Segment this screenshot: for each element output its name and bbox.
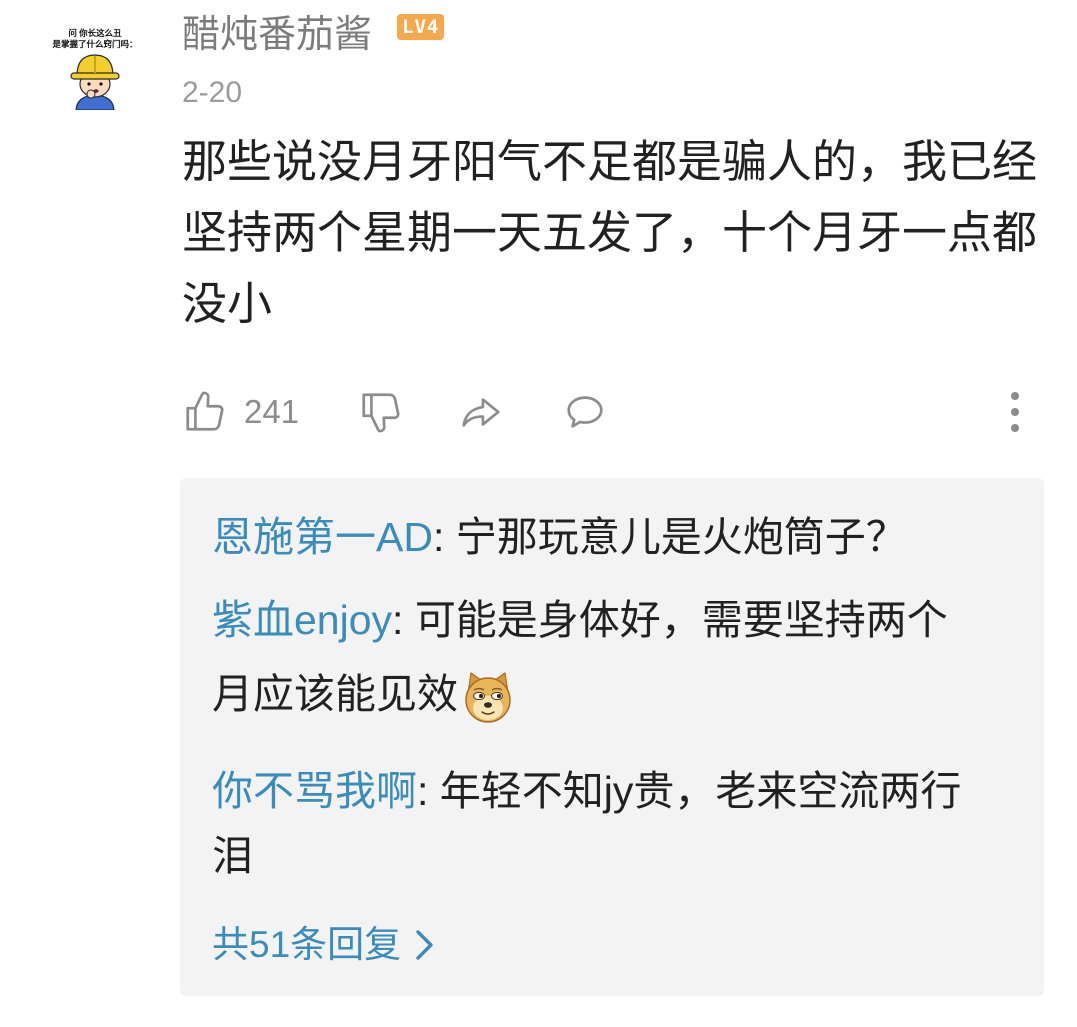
reply-separator: : (417, 768, 440, 814)
share-button[interactable] (458, 388, 504, 436)
comment-text: 那些说没月牙阳气不足都是骗人的，我已经坚持两个星期一天五发了，十个月牙一点都没小 (182, 136, 1038, 329)
reply-item[interactable]: 紫血enjoy: 可能是身体好，需要坚持两个月应该能见效 (212, 588, 977, 741)
user-avatar[interactable]: 问 你长这么丑 是掌握了什么窍门吗： (52, 24, 138, 110)
dislike-button[interactable] (358, 388, 404, 436)
doge-emoji-icon (460, 669, 516, 725)
reply-button[interactable] (562, 388, 608, 436)
reply-username[interactable]: 你不骂我啊 (212, 768, 417, 814)
comment-actions: 241 (182, 388, 1042, 436)
more-options-button[interactable] (1003, 388, 1027, 436)
reply-text: 宁那玩意儿是火炮筒子？ (455, 514, 907, 560)
thumbs-up-icon (186, 391, 224, 431)
reply-separator: : (432, 514, 456, 560)
like-count: 241 (244, 393, 300, 430)
like-button[interactable]: 241 (182, 388, 299, 436)
chevron-right-icon (416, 930, 433, 960)
reply-item[interactable]: 恩施第一AD: 宁那玩意儿是火炮筒子？ (212, 505, 977, 570)
reply-item[interactable]: 你不骂我啊: 年轻不知jy贵，老来空流两行泪 (212, 759, 977, 889)
comment-username[interactable]: 醋炖番茄酱 (182, 10, 372, 60)
reply-separator: : (392, 597, 415, 643)
comment-date: 2-20 (182, 76, 243, 109)
reply-username[interactable]: 紫血enjoy (212, 597, 392, 643)
share-icon (462, 398, 500, 427)
more-vertical-icon (1011, 392, 1019, 432)
level-badge: LV4 (397, 14, 445, 40)
avatar-caption-line-1: 问 你长这么丑 (68, 28, 122, 38)
thumbs-down-icon (362, 393, 400, 433)
view-all-replies-link[interactable]: 共51条回复 (212, 915, 437, 975)
avatar-hard-hat-cartoon-icon: 问 你长这么丑 是掌握了什么窍门吗： (52, 24, 138, 110)
reply-username[interactable]: 恩施第一AD (212, 514, 433, 560)
comment-icon (567, 396, 603, 428)
comment-header: 醋炖番茄酱 LV4 (182, 10, 445, 60)
view-all-replies-label: 共51条回复 (212, 924, 402, 965)
avatar-caption-line-2: 是掌握了什么窍门吗： (52, 39, 138, 49)
replies-preview: 恩施第一AD: 宁那玩意儿是火炮筒子？ 紫血enjoy: 可能是身体好，需要坚持… (180, 478, 1044, 996)
